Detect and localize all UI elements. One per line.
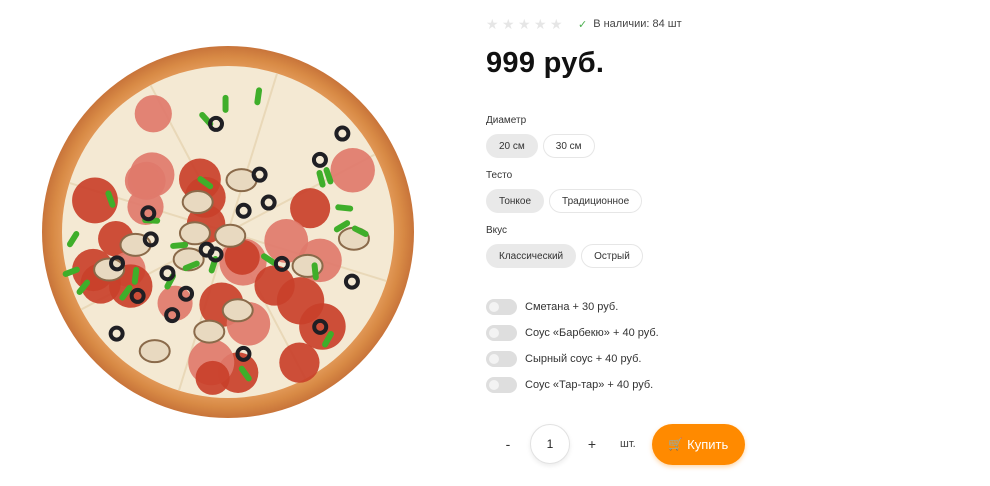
diameter-option[interactable]: 20 см [486, 134, 538, 158]
taste-chips: Классический Острый [486, 244, 643, 268]
addon-row: Сырный соус + 40 руб. [486, 349, 659, 368]
addon-toggle[interactable] [486, 350, 517, 367]
diameter-option[interactable]: 30 см [542, 134, 595, 158]
pepperoni-slice [279, 342, 320, 383]
dough-chips: Тонкое Традиционное [486, 189, 643, 213]
star-icon[interactable]: ★ [502, 17, 516, 31]
dough-option[interactable]: Тонкое [486, 189, 545, 213]
stock-text: В наличии: 84 шт [593, 18, 682, 30]
addon-toggle[interactable] [486, 376, 517, 393]
rating-stars[interactable]: ★ ★ ★ ★ ★ [486, 17, 564, 31]
addon-label: Соус «Тар-тар» + 40 руб. [525, 378, 654, 391]
quantity-input[interactable] [530, 424, 570, 464]
mushroom-slice [193, 319, 226, 344]
addon-toggle[interactable] [486, 324, 517, 341]
addon-label: Сметана + 30 руб. [525, 300, 619, 313]
buy-label: Купить [687, 436, 729, 452]
rating-row: ★ ★ ★ ★ ★ ✓ В наличии: 84 шт [486, 16, 682, 32]
addon-list: Сметана + 30 руб. Соус «Барбекю» + 40 руб… [486, 297, 659, 401]
pepper-strip [222, 94, 229, 113]
quantity-decrease-button[interactable]: - [494, 422, 522, 466]
stock-status: ✓ В наличии: 84 шт [578, 18, 682, 31]
product-image [18, 20, 438, 440]
diameter-chips: 20 см 30 см [486, 134, 595, 158]
mushroom-slice [181, 190, 214, 215]
addon-row: Сметана + 30 руб. [486, 297, 659, 316]
addon-label: Соус «Барбекю» + 40 руб. [525, 326, 659, 339]
dough-option[interactable]: Традиционное [549, 189, 643, 213]
taste-option[interactable]: Классический [486, 244, 577, 268]
check-icon: ✓ [578, 18, 588, 31]
addon-label: Сырный соус + 40 руб. [525, 352, 642, 365]
pepperoni-slice [330, 148, 375, 193]
taste-group: Вкус Классический Острый [486, 225, 643, 268]
taste-label: Вкус [486, 225, 508, 236]
pepperoni-slice [157, 285, 193, 321]
taste-option[interactable]: Острый [581, 244, 643, 268]
star-icon[interactable]: ★ [486, 17, 500, 31]
pepperoni-slice [134, 95, 172, 133]
addon-row: Соус «Тар-тар» + 40 руб. [486, 375, 659, 394]
dough-group: Тесто Тонкое Традиционное [486, 170, 643, 213]
addon-toggle[interactable] [486, 298, 517, 315]
pizza-image [42, 46, 414, 418]
buy-button[interactable]: 🛒 Купить [651, 423, 745, 465]
mushroom-slice [221, 298, 254, 323]
product-info: ★ ★ ★ ★ ★ ✓ В наличии: 84 шт 999 руб. Диамет… [486, 0, 956, 486]
mushroom-slice [214, 223, 247, 248]
mushroom-slice [138, 339, 171, 364]
addon-row: Соус «Барбекю» + 40 руб. [486, 323, 659, 342]
diameter-group: Диаметр 20 см 30 см [486, 115, 595, 158]
pepperoni-slice [124, 163, 161, 199]
pepperoni-slice [254, 265, 295, 306]
star-icon[interactable]: ★ [534, 17, 548, 31]
star-icon[interactable]: ★ [550, 17, 564, 31]
dough-label: Тесто [486, 170, 513, 181]
pepperoni-slice [195, 360, 230, 395]
diameter-label: Диаметр [486, 115, 527, 126]
purchase-row: - + шт. 🛒 Купить [486, 422, 745, 466]
product-price: 999 руб. [486, 47, 605, 79]
quantity-unit: шт. [620, 438, 636, 450]
pepperoni-slice [299, 303, 346, 350]
star-icon[interactable]: ★ [518, 17, 532, 31]
cart-icon: 🛒 [668, 437, 684, 451]
mushroom-slice [178, 221, 211, 246]
quantity-increase-button[interactable]: + [578, 422, 606, 466]
